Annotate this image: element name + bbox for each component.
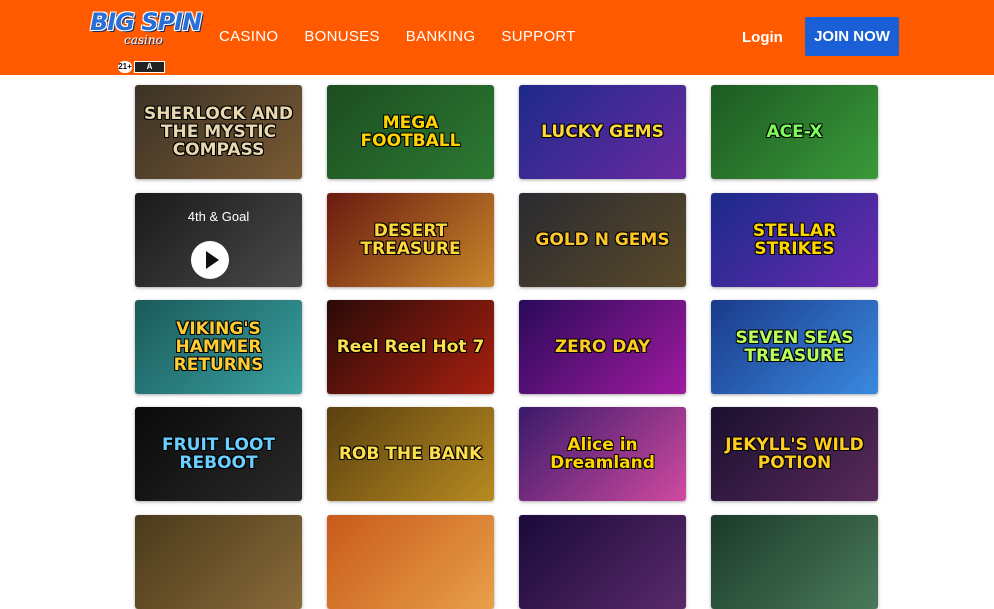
game-tile[interactable]: DESERT TREASURE (327, 193, 494, 287)
game-tile[interactable]: GOLD N GEMS (519, 193, 686, 287)
licensing-badge-icon: A (134, 61, 165, 73)
game-title: SEVEN SEAS TREASURE (735, 328, 854, 366)
main-nav: CASINO BONUSES BANKING SUPPORT (219, 28, 602, 45)
game-title: SHERLOCK AND THE MYSTIC COMPASS (144, 104, 293, 160)
game-tile[interactable]: 4th & Goal (135, 193, 302, 287)
nav-support[interactable]: SUPPORT (501, 28, 575, 45)
game-video-title: 4th & Goal (187, 209, 250, 224)
login-link[interactable]: Login (742, 29, 783, 46)
game-title: GOLD N GEMS (535, 230, 670, 250)
nav-bonuses[interactable]: BONUSES (304, 28, 379, 45)
big-spin-casino-logo[interactable]: BIG SPIN casino (90, 8, 202, 48)
game-title: LUCKY GEMS (541, 122, 664, 142)
game-title: Reel Reel Hot 7 (336, 337, 485, 357)
logo-text: BIG SPIN (90, 8, 202, 36)
game-tile[interactable] (327, 515, 494, 609)
game-tile[interactable]: VIKING'S HAMMER RETURNS (135, 300, 302, 394)
game-tile[interactable]: Alice in Dreamland (519, 407, 686, 501)
game-title: ZERO DAY (554, 337, 651, 357)
game-tile[interactable]: SEVEN SEAS TREASURE (711, 300, 878, 394)
game-title: DESERT TREASURE (360, 221, 461, 259)
game-title: FRUIT LOOT REBOOT (161, 435, 276, 473)
game-tile[interactable] (519, 515, 686, 609)
game-tile[interactable] (711, 515, 878, 609)
game-title: STELLAR STRIKES (752, 221, 837, 259)
game-tile[interactable]: ACE-X (711, 85, 878, 179)
game-title: VIKING'S HAMMER RETURNS (173, 319, 264, 375)
game-title: MEGA FOOTBALL (360, 113, 461, 151)
game-tile[interactable]: ROB THE BANK (327, 407, 494, 501)
game-tile[interactable]: ZERO DAY (519, 300, 686, 394)
game-tile[interactable] (135, 515, 302, 609)
nav-casino[interactable]: CASINO (219, 28, 278, 45)
game-tile[interactable]: LUCKY GEMS (519, 85, 686, 179)
game-title: ACE-X (766, 122, 823, 142)
game-tile[interactable]: MEGA FOOTBALL (327, 85, 494, 179)
game-tile[interactable]: JEKYLL'S WILD POTION (711, 407, 878, 501)
game-title: JEKYLL'S WILD POTION (725, 435, 864, 473)
game-tile[interactable]: STELLAR STRIKES (711, 193, 878, 287)
age-restriction-badge: 21+ (118, 61, 132, 73)
game-title: Alice in Dreamland (550, 435, 655, 473)
top-header: BIG SPIN casino 21+ A CASINO BONUSES BAN… (0, 0, 994, 75)
logo-subtext: casino (124, 33, 163, 47)
game-tile[interactable]: Reel Reel Hot 7 (327, 300, 494, 394)
join-now-button[interactable]: JOIN NOW (805, 17, 899, 56)
game-tile[interactable]: SHERLOCK AND THE MYSTIC COMPASS (135, 85, 302, 179)
nav-banking[interactable]: BANKING (406, 28, 476, 45)
game-tile[interactable]: FRUIT LOOT REBOOT (135, 407, 302, 501)
play-icon[interactable] (191, 241, 229, 279)
game-title: ROB THE BANK (338, 444, 483, 464)
